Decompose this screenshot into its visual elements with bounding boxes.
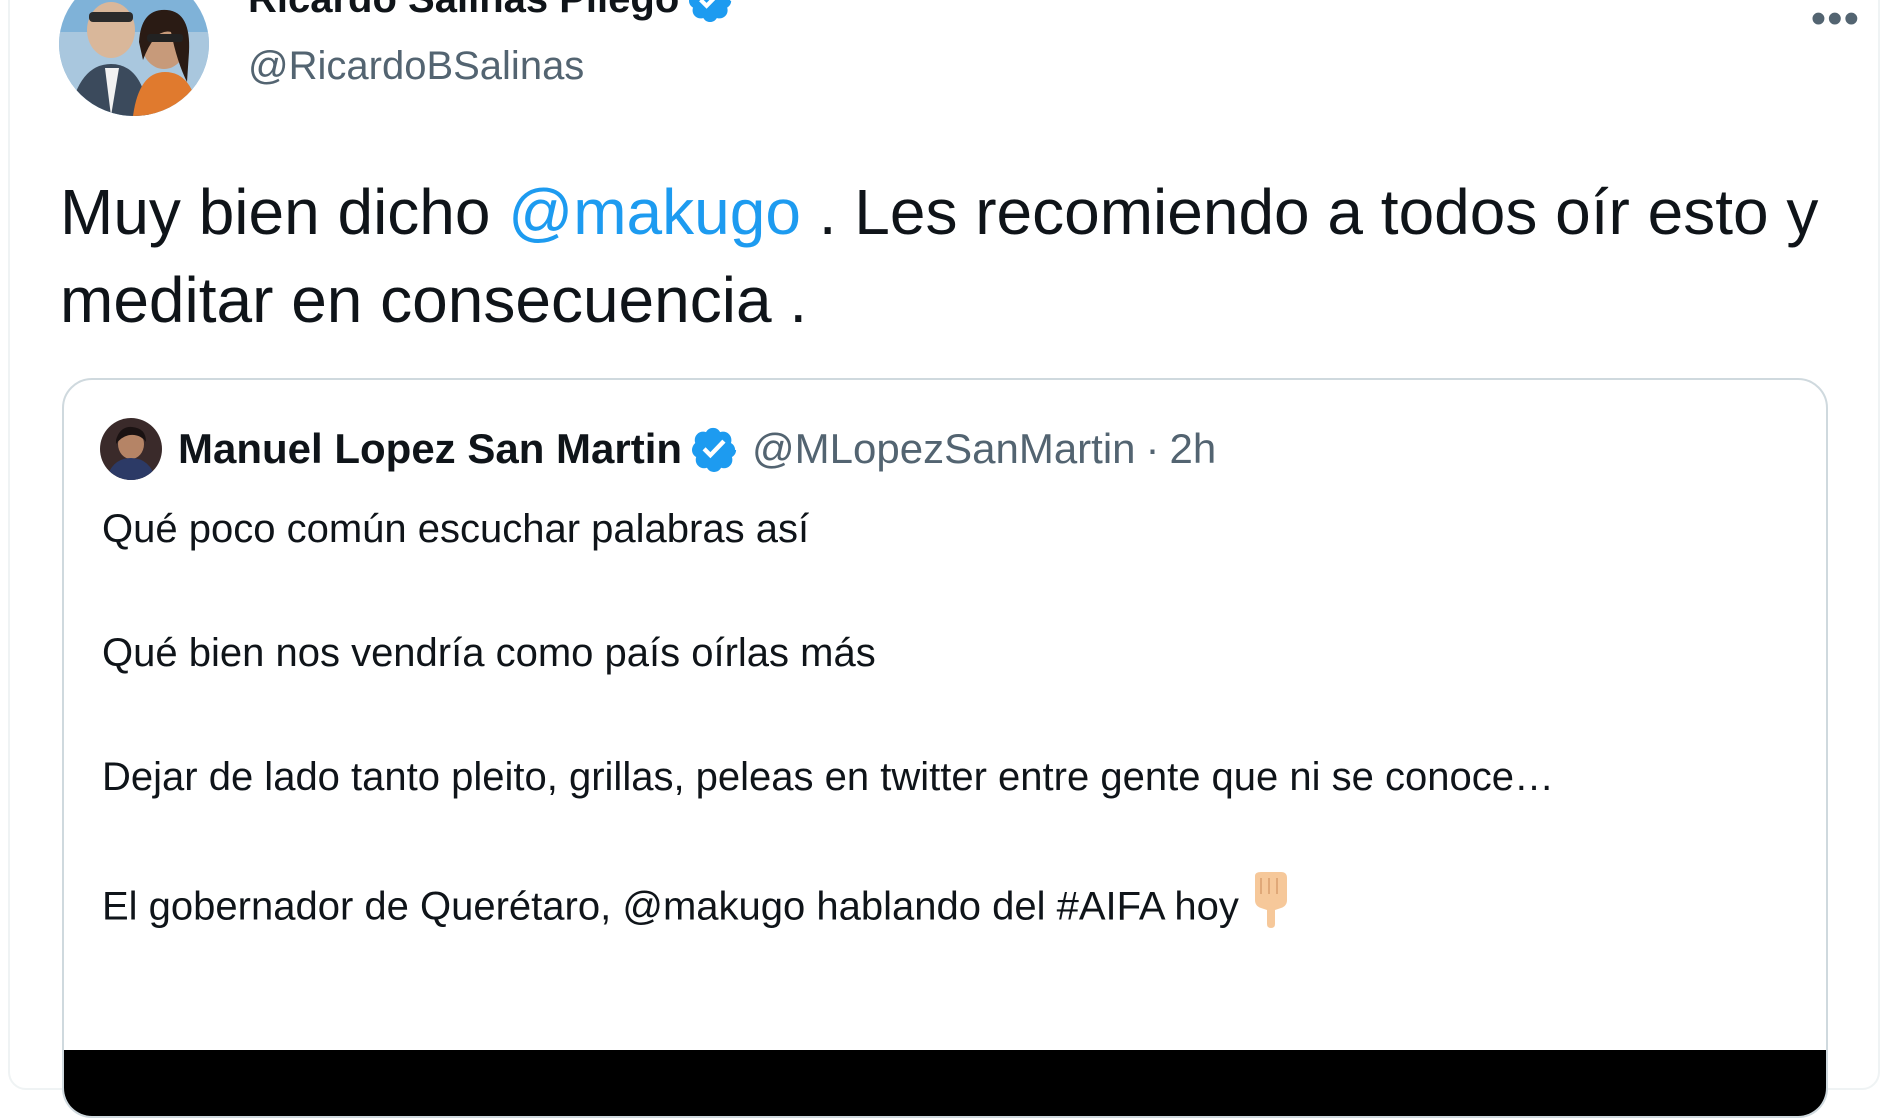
more-options-icon[interactable]: •••: [1811, 0, 1860, 44]
quoted-line-4: El gobernador de Querétaro, @makugo habl…: [102, 884, 1239, 929]
verified-badge-icon: [692, 426, 738, 472]
pointing-down-hand-icon: [1247, 870, 1295, 948]
tweet-text-start: Muy bien dicho: [60, 176, 509, 248]
quoted-author-avatar[interactable]: [100, 418, 162, 480]
quoted-line-1: Qué poco común escuchar palabras así: [102, 507, 810, 551]
author-name[interactable]: Ricardo Salinas Pliego: [248, 0, 733, 22]
quoted-tweet-time[interactable]: 2h: [1170, 425, 1217, 473]
mention-link[interactable]: @makugo: [508, 176, 801, 248]
verified-badge-icon: [689, 0, 733, 22]
tweet-text: Muy bien dicho @makugo . Les recomiendo …: [60, 168, 1850, 344]
quoted-media-preview[interactable]: [64, 1050, 1826, 1116]
author-handle[interactable]: @RicardoBSalinas: [248, 44, 584, 89]
quoted-author-handle[interactable]: @MLopezSanMartin: [752, 425, 1135, 473]
author-name-text[interactable]: Ricardo Salinas Pliego: [248, 0, 679, 22]
quoted-line-4-wrapper: El gobernador de Querétaro, @makugo habl…: [102, 870, 1792, 948]
quoted-line-3: Dejar de lado tanto pleito, grillas, pel…: [102, 755, 1554, 799]
separator-dot: ·: [1145, 425, 1160, 472]
quoted-tweet-header: Manuel Lopez San Martin @MLopezSanMartin…: [100, 418, 1216, 480]
quoted-author-name[interactable]: Manuel Lopez San Martin: [178, 425, 682, 473]
quoted-tweet-body: Qué poco común escuchar palabras así Qué…: [102, 498, 1792, 948]
quoted-tweet[interactable]: Manuel Lopez San Martin @MLopezSanMartin…: [62, 378, 1828, 1118]
quoted-line-2: Qué bien nos vendría como país oírlas má…: [102, 631, 876, 675]
